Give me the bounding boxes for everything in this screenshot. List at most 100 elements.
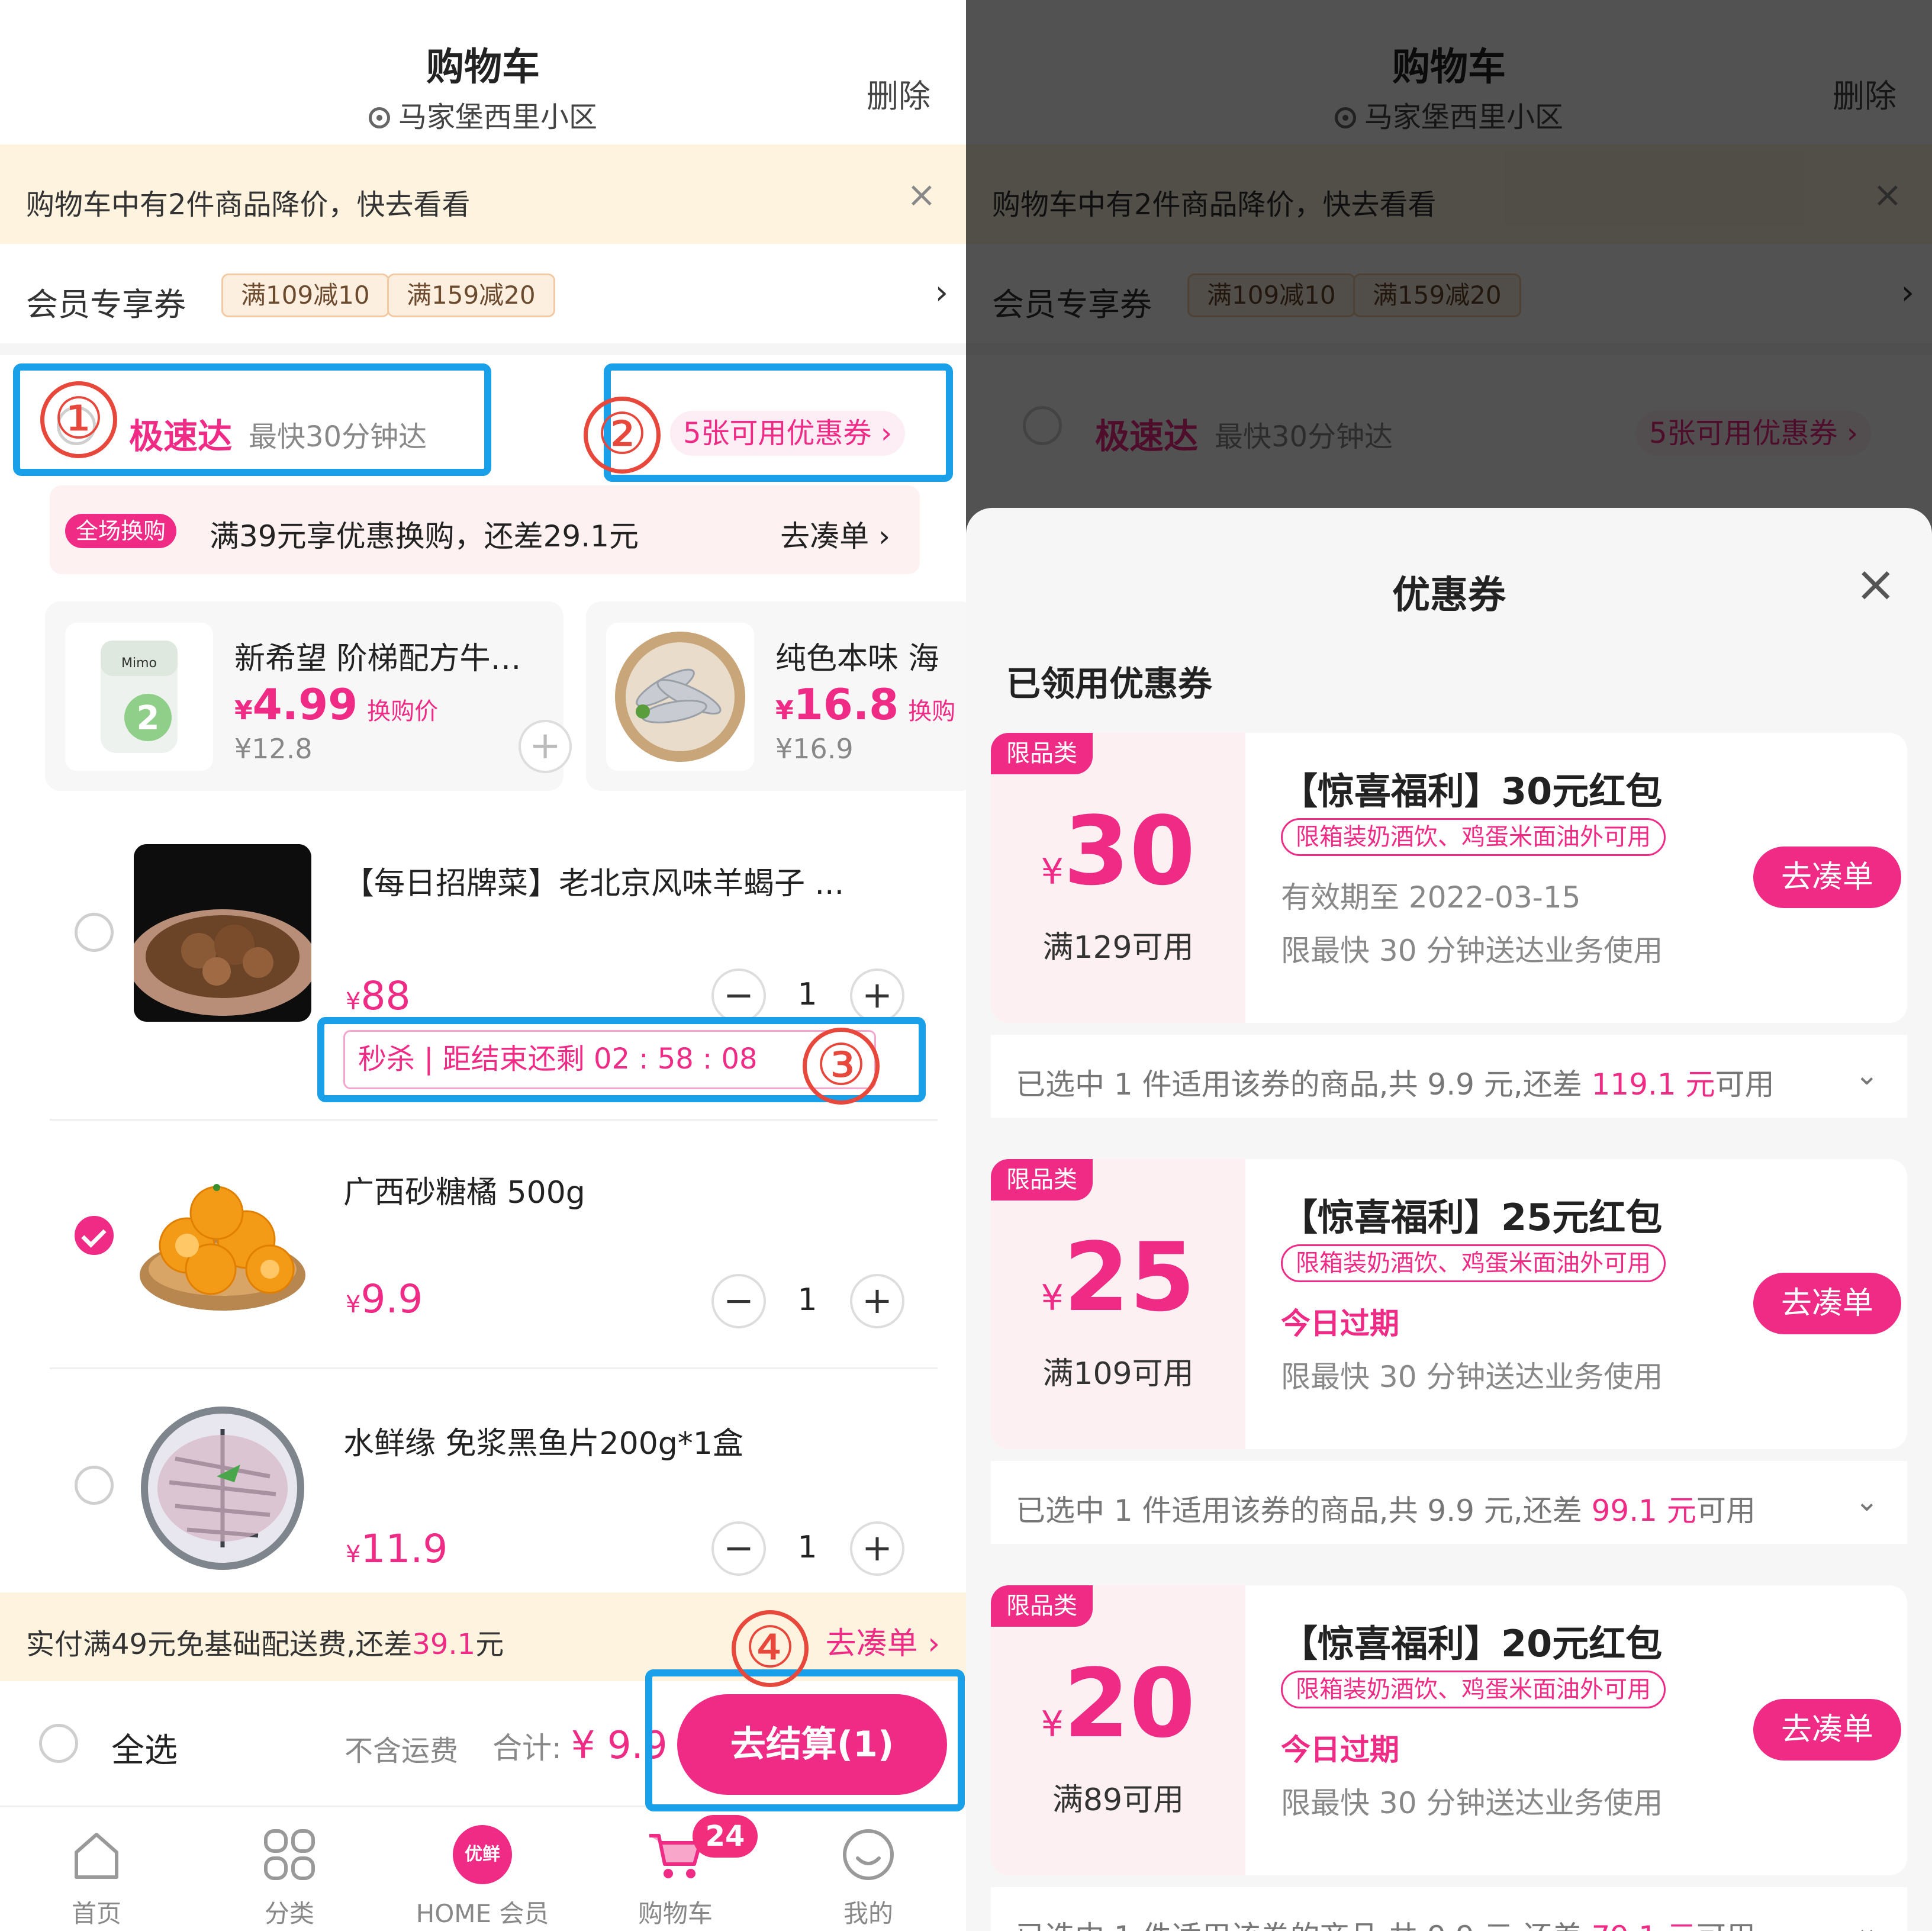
increase-button[interactable]: + xyxy=(850,1521,904,1576)
coupon-title: 【惊喜福利】20元红包 xyxy=(1281,1622,1663,1665)
original-price: ¥16.9 xyxy=(775,733,854,765)
coupon-usage: 限最快 30 分钟送达业务使用 xyxy=(1281,1786,1663,1820)
progress-prefix: 已选中 1 件适用该券的商品,共 9.9 元,还差 xyxy=(1016,1920,1592,1931)
coupon-progress[interactable]: 已选中 1 件适用该券的商品,共 9.9 元,还差 119.1 元可用 ⌄ xyxy=(991,1035,1907,1118)
item-checkbox[interactable] xyxy=(75,913,114,952)
coupon-condition: 满109可用 xyxy=(1042,1356,1194,1392)
quantity-value[interactable]: 1 xyxy=(790,1530,825,1565)
quantity-value[interactable]: 1 xyxy=(790,977,825,1012)
coupon-usage: 限最快 30 分钟送达业务使用 xyxy=(1281,1360,1663,1394)
tab-label: 我的 xyxy=(843,1899,893,1928)
delete-button[interactable]: 删除 xyxy=(867,70,930,117)
divider xyxy=(50,1367,938,1369)
select-all-label[interactable]: 全选 xyxy=(111,1724,178,1772)
swap-tag: 全场换购 xyxy=(65,514,177,548)
coupon-card: 限品类 ¥30 满129可用 【惊喜福利】30元红包 限箱装奶酒饮、鸡蛋米面油外… xyxy=(991,733,1907,1023)
coupon-tag: 限品类 xyxy=(991,1159,1093,1201)
product-name: 广西砂糖橘 500g xyxy=(343,1175,585,1211)
currency: ¥ xyxy=(346,1541,361,1568)
coupon-restriction: 限箱装奶酒饮、鸡蛋米面油外可用 xyxy=(1281,818,1666,856)
coupon-value-panel: 限品类 ¥25 满109可用 xyxy=(991,1159,1245,1449)
add-more-link[interactable]: 去凑单 › xyxy=(826,1618,940,1663)
tab-mine[interactable]: 我的 xyxy=(772,1807,965,1931)
coupon-expiry: 今日过期 xyxy=(1281,1306,1399,1341)
quantity-value[interactable]: 1 xyxy=(790,1282,825,1318)
increase-button[interactable]: + xyxy=(850,968,904,1023)
progress-prefix: 已选中 1 件适用该券的商品,共 9.9 元,还差 xyxy=(1016,1067,1592,1102)
notice-text: 购物车中有2件商品降价，快去看看 xyxy=(26,188,471,221)
add-more-link[interactable]: 去凑单 › xyxy=(780,513,890,555)
product-image xyxy=(606,623,754,771)
marker-3: ③ xyxy=(803,1028,880,1105)
tab-category[interactable]: 分类 xyxy=(193,1807,386,1931)
currency: ¥ xyxy=(346,1291,361,1318)
location[interactable]: 马家堡西里小区 xyxy=(0,94,966,135)
currency: ¥ xyxy=(1041,851,1064,893)
original-price: ¥12.8 xyxy=(234,733,313,765)
coupon-value-panel: 限品类 ¥30 满129可用 xyxy=(991,733,1245,1023)
coupon-progress[interactable]: 已选中 1 件适用该券的商品,共 9.9 元,还差 79.1 元可用 ⌄ xyxy=(991,1887,1907,1931)
amount-value: 30 xyxy=(1063,796,1196,906)
item-checkbox[interactable] xyxy=(75,1216,114,1255)
close-icon[interactable]: × xyxy=(907,174,936,215)
select-all-checkbox[interactable] xyxy=(39,1724,78,1763)
sheet-title: 优惠券 xyxy=(1392,574,1506,617)
increase-button[interactable]: + xyxy=(850,1274,904,1328)
add-more-button[interactable]: 去凑单 xyxy=(1753,847,1901,908)
coupon-chip: 满109减10 xyxy=(221,273,389,317)
product-image: Mimo 2 xyxy=(65,623,213,771)
add-icon[interactable]: + xyxy=(519,720,572,773)
add-more-button[interactable]: 去凑单 xyxy=(1753,1699,1901,1761)
cart-item[interactable]: 广西砂糖橘 500g ¥9.9 − 1 + xyxy=(0,1121,966,1364)
swap-price: ¥16.8 换购 xyxy=(775,680,955,729)
progress-amount: 99.1 元 xyxy=(1591,1494,1696,1528)
swap-promo-text: 满39元享优惠换购，还差29.1元 xyxy=(210,519,639,553)
progress-amount: 79.1 元 xyxy=(1592,1920,1696,1931)
coupon-condition: 满129可用 xyxy=(1042,930,1194,966)
coupon-screen: 购物车 马家堡西里小区 删除 购物车中有2件商品降价，快去看看 × 会员专享券 … xyxy=(966,0,1932,1931)
chevron-down-icon: ⌄ xyxy=(1854,1058,1879,1092)
item-price: ¥11.9 xyxy=(346,1526,447,1572)
cart-count-badge: 24 xyxy=(693,1815,758,1858)
decrease-button[interactable]: − xyxy=(711,1274,766,1328)
highlight-box xyxy=(645,1669,965,1811)
swap-price-label: 换购价 xyxy=(367,698,439,725)
add-more-button[interactable]: 去凑单 xyxy=(1753,1273,1901,1334)
coupon-tag: 限品类 xyxy=(991,1585,1093,1627)
progress-suffix: 可用 xyxy=(1715,1067,1775,1102)
coupon-amount: ¥20 xyxy=(991,1656,1245,1772)
currency: ¥ xyxy=(1041,1704,1064,1745)
member-coupons-row[interactable]: 会员专享券 满109减10 满159减20 › xyxy=(0,244,966,343)
progress-suffix: 可用 xyxy=(1696,1920,1756,1931)
product-image xyxy=(134,1405,311,1583)
marker-1: ① xyxy=(40,381,117,458)
coupon-progress[interactable]: 已选中 1 件适用该券的商品,共 9.9 元,还差 99.1 元可用 ⌄ xyxy=(991,1461,1907,1544)
product-name: 新希望 阶梯配方牛… xyxy=(234,641,521,677)
progress-prefix: 已选中 1 件适用该券的商品,共 9.9 元,还差 xyxy=(1016,1494,1592,1528)
divider xyxy=(50,1119,938,1121)
tab-label: HOME 会员 xyxy=(416,1899,549,1928)
location-text: 马家堡西里小区 xyxy=(398,101,597,134)
item-checkbox[interactable] xyxy=(75,1466,114,1505)
close-icon[interactable]: × xyxy=(1855,559,1896,609)
product-name: 【每日招牌菜】老北京风味羊蝎子 ... xyxy=(343,866,845,902)
swap-promo-banner[interactable]: 全场换购 满39元享优惠换购，还差29.1元 去凑单 › xyxy=(50,485,920,574)
free-delivery-text: 实付满49元免基础配送费,还差39.1元 xyxy=(26,1628,504,1661)
swap-item[interactable]: Mimo 2 新希望 阶梯配方牛… ¥4.99 换购价 ¥12.8 + xyxy=(45,601,572,791)
cart-screen: 购物车 马家堡西里小区 删除 购物车中有2件商品降价，快去看看 × 会员专享券 … xyxy=(0,0,966,1931)
decrease-button[interactable]: − xyxy=(711,968,766,1023)
cart-item[interactable]: 水鲜缘 免浆黑鱼片200g*1盒 ¥11.9 − 1 + xyxy=(0,1370,966,1592)
free-delivery-prefix: 实付满49元免基础配送费,还差 xyxy=(26,1628,413,1661)
price-value: 16.8 xyxy=(793,680,899,729)
price-drop-notice[interactable]: 购物车中有2件商品降价，快去看看 × xyxy=(0,144,966,244)
item-price: ¥88 xyxy=(346,973,410,1019)
tab-home[interactable]: 首页 xyxy=(0,1807,193,1931)
separator xyxy=(0,343,966,355)
smile-icon xyxy=(843,1829,894,1880)
product-image xyxy=(134,844,311,1022)
swap-item[interactable]: 纯色本味 海 ¥16.8 换购 ¥16.9 xyxy=(586,601,966,791)
item-price: ¥9.9 xyxy=(346,1276,423,1322)
free-delivery-banner[interactable]: 实付满49元免基础配送费,还差39.1元 去凑单 › xyxy=(0,1592,966,1681)
decrease-button[interactable]: − xyxy=(711,1521,766,1576)
tab-home-vip[interactable]: 优鲜 HOME 会员 xyxy=(386,1807,579,1931)
